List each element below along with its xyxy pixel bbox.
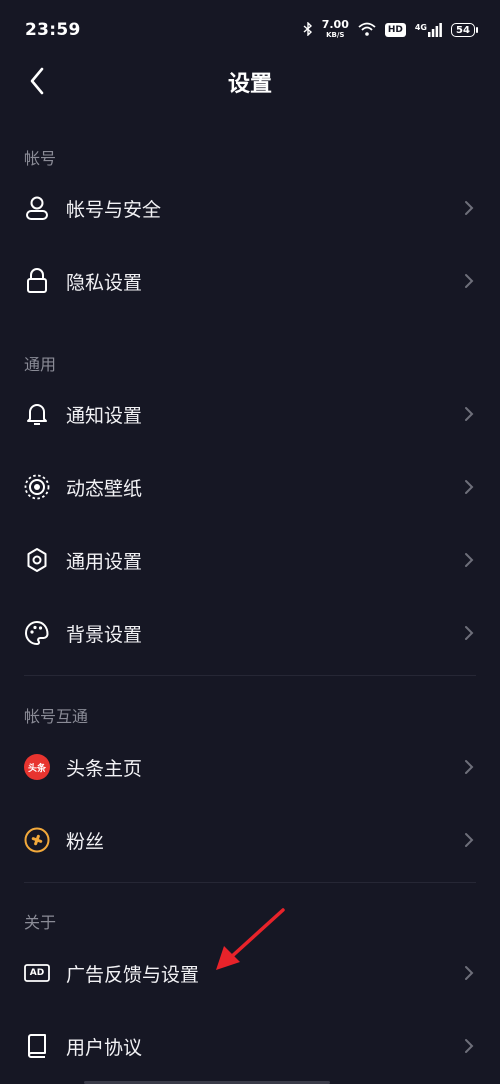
fans-icon [24, 827, 50, 853]
status-bar: 23:59 7.00 KB/S HD 4G 54 [0, 0, 500, 60]
section-label-about: 关于 [24, 913, 57, 932]
network-speed: 7.00 KB/S [321, 18, 349, 40]
book-icon [24, 1033, 50, 1059]
settings-row-ad-feedback[interactable]: AD 广告反馈与设置 [0, 937, 500, 1009]
settings-row-background[interactable]: 背景设置 [0, 597, 500, 669]
lock-icon [24, 268, 50, 294]
row-label: 动态壁纸 [66, 477, 143, 500]
settings-row-notifications[interactable]: 通知设置 [0, 378, 500, 450]
network-type: 4G [414, 23, 427, 32]
section-label-general: 通用 [24, 355, 57, 374]
row-label: 背景设置 [66, 623, 143, 646]
section-label-linked-accounts: 帐号互通 [24, 707, 89, 726]
ad-icon-text: AD [29, 968, 45, 978]
chevron-right-icon [465, 760, 474, 774]
row-label: 帐号与安全 [66, 198, 162, 221]
settings-row-account-security[interactable]: 帐号与安全 [0, 172, 500, 244]
status-icons: 7.00 KB/S HD 4G 54 [303, 18, 478, 40]
row-label: 粉丝 [66, 830, 105, 853]
chevron-right-icon [465, 1039, 474, 1053]
row-label: 通知设置 [66, 404, 143, 427]
toutiao-logo-icon: 头条 [24, 754, 50, 780]
row-label: 用户协议 [66, 1036, 143, 1059]
chevron-right-icon [465, 480, 474, 494]
chevron-right-icon [465, 274, 474, 288]
palette-icon [24, 620, 50, 646]
settings-row-user-agreement[interactable]: 用户协议 [0, 1010, 500, 1082]
settings-row-live-wallpaper[interactable]: 动态壁纸 [0, 451, 500, 523]
back-button[interactable] [22, 66, 52, 96]
hd-badge: HD [384, 23, 406, 37]
settings-row-fans[interactable]: 粉丝 [0, 804, 500, 876]
bell-icon [24, 401, 50, 427]
row-label: 隐私设置 [66, 271, 143, 294]
gear-icon [24, 547, 50, 573]
chevron-right-icon [465, 407, 474, 421]
network-speed-unit: KB/S [326, 31, 345, 39]
chevron-right-icon [465, 966, 474, 980]
wifi-icon [358, 22, 376, 39]
back-chevron-icon [30, 67, 44, 95]
battery-indicator: 54 [451, 23, 478, 37]
status-time: 23:59 [25, 20, 81, 40]
settings-row-privacy[interactable]: 隐私设置 [0, 245, 500, 317]
section-divider [24, 675, 476, 676]
chevron-right-icon [465, 553, 474, 567]
page-title: 设置 [227, 72, 272, 97]
chevron-right-icon [465, 626, 474, 640]
row-label: 广告反馈与设置 [66, 963, 200, 986]
row-label: 头条主页 [66, 757, 143, 780]
bluetooth-icon [303, 20, 313, 39]
person-icon [24, 195, 50, 221]
signal-icon: 4G [415, 23, 442, 37]
live-wallpaper-icon [24, 474, 50, 500]
page-header: 设置 [0, 56, 500, 108]
settings-row-toutiao-homepage[interactable]: 头条 头条主页 [0, 731, 500, 803]
toutiao-logo-text: 头条 [27, 763, 46, 774]
settings-row-general[interactable]: 通用设置 [0, 524, 500, 596]
network-speed-value: 7.00 [321, 18, 349, 31]
section-divider [24, 882, 476, 883]
chevron-right-icon [465, 201, 474, 215]
ad-icon: AD [24, 960, 50, 986]
row-label: 通用设置 [66, 550, 143, 573]
chevron-right-icon [465, 833, 474, 847]
section-label-account: 帐号 [24, 149, 57, 168]
